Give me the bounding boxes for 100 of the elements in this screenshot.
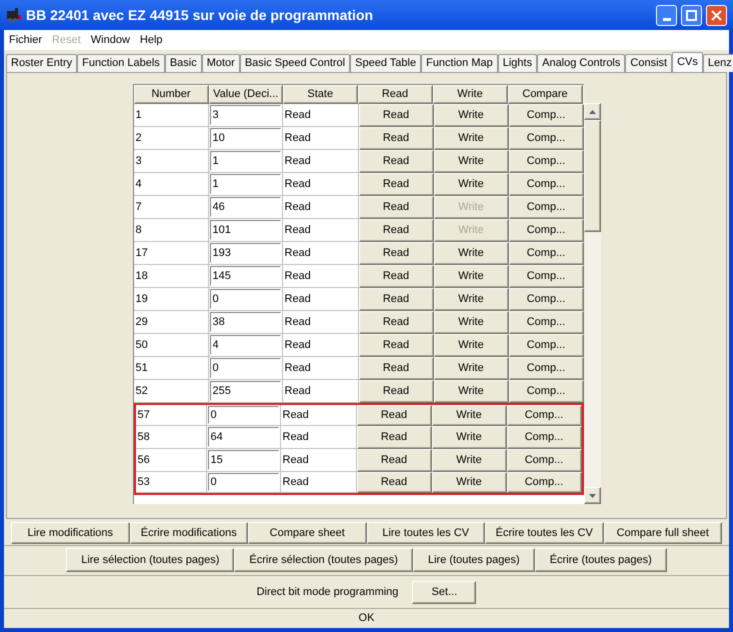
scrollbar[interactable] [584,103,600,504]
compare-button[interactable]: Comp... [508,127,584,150]
read-button[interactable]: Read [358,334,434,357]
compare-button[interactable]: Comp... [506,449,582,472]
value-field[interactable]: 0 [208,473,278,491]
scroll-up-button[interactable] [584,103,600,120]
write-button[interactable]: Write [434,265,508,288]
tab[interactable]: Function Labels [77,54,165,72]
menu-item[interactable]: Help [134,32,168,48]
menu-item[interactable]: Fichier [4,32,48,48]
read-button[interactable]: Read [356,449,432,472]
maximize-button[interactable] [681,4,702,26]
close-icon [711,10,722,20]
action-button[interactable]: Compare sheet [248,522,366,544]
compare-button[interactable]: Comp... [508,219,584,242]
read-button[interactable]: Read [358,127,434,150]
value-field[interactable]: 10 [210,128,280,148]
compare-button[interactable]: Comp... [508,334,584,357]
set-button[interactable]: Set... [412,580,476,604]
read-button[interactable]: Read [358,173,434,196]
compare-button[interactable]: Comp... [508,242,584,265]
write-button[interactable]: Write [432,449,506,472]
action-button[interactable]: Compare full sheet [604,522,722,544]
compare-button[interactable]: Comp... [506,405,582,426]
read-button[interactable]: Read [356,472,432,493]
value-field[interactable]: 0 [208,406,278,424]
tab[interactable]: Basic Speed Control [240,54,350,72]
read-button[interactable]: Read [356,426,432,449]
read-button[interactable]: Read [358,196,434,219]
tab[interactable]: Motor [202,54,240,72]
read-button[interactable]: Read [358,150,434,173]
read-button[interactable]: Read [358,242,434,265]
tab[interactable]: Analog Controls [537,54,626,72]
action-button[interactable]: Lire (toutes pages) [412,548,535,572]
write-button[interactable]: Write [434,334,508,357]
action-button[interactable]: Lire sélection (toutes pages) [66,548,234,572]
write-button[interactable]: Write [434,380,508,403]
write-button[interactable]: Write [434,104,508,127]
tab[interactable]: Lenz [702,54,733,72]
read-button[interactable]: Read [358,219,434,242]
action-button[interactable]: Écrire sélection (toutes pages) [234,548,413,572]
write-button[interactable]: Write [434,288,508,311]
tab[interactable]: Consist [625,54,672,72]
read-button[interactable]: Read [358,288,434,311]
compare-button[interactable]: Comp... [508,173,584,196]
write-button[interactable]: Write [434,311,508,334]
value-field[interactable]: 64 [208,427,278,447]
tab[interactable]: Function Map [421,54,498,72]
tab[interactable]: Roster Entry [6,54,78,72]
compare-button[interactable]: Comp... [508,288,584,311]
read-button[interactable]: Read [358,265,434,288]
value-field[interactable]: 3 [210,105,280,125]
action-button[interactable]: Lire modifications [11,522,130,544]
value-field[interactable]: 0 [210,289,280,309]
value-field[interactable]: 38 [210,312,280,332]
read-button[interactable]: Read [358,380,434,403]
value-field[interactable]: 4 [210,335,280,355]
value-field[interactable]: 15 [208,450,278,470]
read-button[interactable]: Read [356,405,432,426]
compare-button[interactable]: Comp... [506,426,582,449]
value-field[interactable]: 1 [210,151,280,171]
compare-button[interactable]: Comp... [508,357,584,380]
value-field[interactable]: 255 [210,381,280,401]
read-button[interactable]: Read [358,104,434,127]
close-button[interactable] [706,4,727,26]
action-button[interactable]: Écrire modifications [130,522,248,544]
compare-button[interactable]: Comp... [508,196,584,219]
value-field[interactable]: 1 [210,174,280,194]
write-button[interactable]: Write [434,127,508,150]
value-field[interactable]: 101 [210,220,280,240]
value-field[interactable]: 145 [210,266,280,286]
value-field[interactable]: 193 [210,243,280,263]
write-button[interactable]: Write [434,150,508,173]
action-button[interactable]: Lire toutes les CV [366,522,485,544]
compare-button[interactable]: Comp... [508,150,584,173]
compare-button[interactable]: Comp... [506,472,582,493]
menu-item[interactable]: Window [86,32,135,48]
tab[interactable]: Basic [164,54,202,72]
compare-button[interactable]: Comp... [508,380,584,403]
minimize-button[interactable] [656,4,677,26]
action-button[interactable]: Écrire toutes les CV [485,522,604,544]
tab[interactable]: Lights [498,54,538,72]
tab[interactable]: CVs [672,52,703,72]
write-button[interactable]: Write [432,472,506,493]
scroll-thumb[interactable] [584,120,600,232]
compare-button[interactable]: Comp... [508,265,584,288]
scroll-down-button[interactable] [584,487,600,504]
write-button[interactable]: Write [434,242,508,265]
write-button[interactable]: Write [434,357,508,380]
action-button[interactable]: Écrire (toutes pages) [534,548,667,572]
value-field[interactable]: 46 [210,197,280,217]
read-button[interactable]: Read [358,311,434,334]
write-button[interactable]: Write [432,426,506,449]
write-button[interactable]: Write [432,405,506,426]
read-button[interactable]: Read [358,357,434,380]
write-button[interactable]: Write [434,173,508,196]
compare-button[interactable]: Comp... [508,104,584,127]
value-field[interactable]: 0 [210,358,280,378]
compare-button[interactable]: Comp... [508,311,584,334]
tab[interactable]: Speed Table [350,54,422,72]
